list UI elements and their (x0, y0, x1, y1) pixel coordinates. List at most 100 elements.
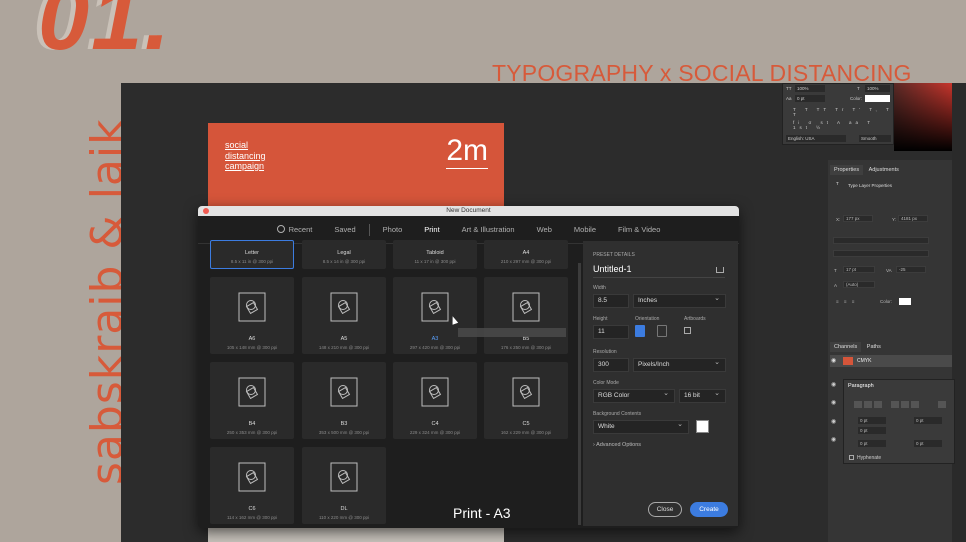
eye-icon[interactable]: ◉ (831, 436, 836, 443)
properties-tabs: Properties Adjustments (830, 165, 903, 175)
font-size-icon: TT (786, 86, 792, 91)
preset-tile[interactable]: A6 105 x 148 mm @ 300 ppi (210, 277, 294, 354)
char-color-swatch[interactable] (865, 95, 890, 102)
background-color-swatch[interactable] (696, 420, 709, 433)
width-input[interactable]: 8.5 (593, 294, 629, 308)
baseline-field[interactable]: 0 pt (795, 95, 825, 102)
slide-number: 01. (38, 0, 172, 69)
preset-name: C4 (431, 421, 439, 427)
width-unit-select[interactable]: Inches (633, 293, 726, 308)
eye-icon[interactable]: ◉ (831, 399, 836, 406)
hyphenate-checkbox[interactable] (849, 455, 854, 460)
preset-size: 148 x 210 mm @ 300 ppi (318, 345, 370, 350)
space-after-field[interactable]: 0 pt (914, 440, 942, 447)
font-family-select[interactable] (833, 237, 929, 244)
paragraph-title: Paragraph (848, 383, 874, 389)
horizontal-scale-field[interactable]: 100% (865, 85, 890, 92)
align-left-icon[interactable] (854, 401, 862, 408)
resolution-input[interactable]: 300 (593, 358, 629, 372)
preset-scrollbar[interactable] (578, 263, 581, 525)
preset-tile[interactable]: C6 114 x 162 mm @ 300 ppi (210, 447, 294, 524)
preset-tile[interactable]: Letter 8.5 x 11 in @ 300 ppi (210, 240, 294, 269)
indent-right-field[interactable]: 0 pt (914, 417, 942, 424)
eye-icon[interactable]: ◉ (831, 418, 836, 425)
eye-icon[interactable]: ◉ (831, 357, 836, 364)
preset-size: 176 x 250 mm @ 300 ppi (500, 345, 552, 350)
document-icon (303, 377, 385, 407)
bit-depth-select[interactable]: 16 bit (679, 388, 726, 403)
preset-tile[interactable]: B3 353 x 500 mm @ 300 ppi (302, 362, 386, 439)
justify-right-icon[interactable] (911, 401, 919, 408)
indent-left-field[interactable]: 0 pt (858, 417, 886, 424)
preset-tile[interactable]: A5 148 x 210 mm @ 300 ppi (302, 277, 386, 354)
tab-properties[interactable]: Properties (830, 165, 864, 175)
font-style-select[interactable] (833, 250, 929, 257)
document-icon (303, 292, 385, 322)
close-button[interactable]: Close (648, 502, 682, 517)
tab-paths[interactable]: Paths (863, 342, 885, 352)
channel-row[interactable]: ◉ CMYK (830, 355, 952, 367)
first-line-field[interactable]: 0 pt (858, 427, 886, 434)
type-style-icons[interactable]: T T TT Tr T' T, T T (793, 107, 893, 117)
preset-size: 114 x 162 mm @ 300 ppi (226, 515, 277, 520)
preset-tile[interactable]: B4 250 x 353 mm @ 300 ppi (210, 362, 294, 439)
artboards-checkbox[interactable] (684, 327, 691, 334)
justify-all-icon[interactable] (938, 401, 946, 408)
close-window-icon[interactable] (203, 208, 209, 214)
antialias-select[interactable]: Smooth (859, 135, 891, 142)
color-mode-select[interactable]: RGB Color (593, 388, 675, 403)
tab-film-video[interactable]: Film & Video (607, 216, 671, 244)
document-icon (211, 462, 293, 492)
preset-size: 353 x 500 mm @ 300 ppi (318, 430, 370, 435)
preset-name: C6 (248, 506, 256, 512)
tab-mobile[interactable]: Mobile (563, 216, 607, 244)
color-picker-field[interactable] (894, 83, 952, 151)
preset-tile[interactable]: Tabloid 11 x 17 in @ 300 ppi (393, 240, 477, 269)
tools-strip (952, 83, 966, 542)
space-before-field[interactable]: 0 pt (858, 440, 886, 447)
align-icons[interactable]: ≡ ≡ ≡ (836, 299, 856, 304)
x-field[interactable]: 177 px (843, 215, 873, 222)
advanced-options-toggle[interactable]: › Advanced Options (593, 442, 641, 448)
preset-size: 8.5 x 14 in @ 300 ppi (322, 259, 366, 264)
vertical-scale-field[interactable]: 100% (795, 85, 825, 92)
preset-tooltip (458, 328, 566, 337)
tab-divider (368, 223, 370, 236)
create-button[interactable]: Create (690, 502, 728, 517)
preset-tile[interactable]: Legal 8.5 x 14 in @ 300 ppi (302, 240, 386, 269)
align-center-icon[interactable] (864, 401, 872, 408)
color-mode-label: Color Mode (593, 380, 619, 386)
preset-tile[interactable]: C4 229 x 324 mm @ 300 ppi (393, 362, 477, 439)
height-input[interactable]: 11 (593, 325, 629, 339)
preset-name: A4 (522, 250, 530, 256)
campaign-line: social (225, 140, 249, 150)
portrait-icon[interactable] (635, 325, 645, 337)
preset-tile[interactable]: A4 210 x 297 mm @ 300 ppi (484, 240, 568, 269)
y-field[interactable]: 4181 px (898, 215, 928, 222)
leading-icon: A (834, 283, 838, 288)
leading-field[interactable]: (Auto) (843, 281, 875, 288)
language-select[interactable]: English: USA (786, 135, 846, 142)
eye-icon[interactable]: ◉ (831, 381, 836, 388)
document-name-field[interactable]: Untitled-1 (593, 264, 725, 278)
justify-center-icon[interactable] (901, 401, 909, 408)
resolution-label: Resolution (593, 349, 617, 355)
background-select[interactable]: White (593, 419, 689, 434)
prop-color-swatch[interactable] (899, 298, 911, 305)
preset-tile[interactable]: DL 110 x 220 mm @ 300 ppi (302, 447, 386, 524)
resolution-unit-select[interactable]: Pixels/Inch (633, 357, 726, 372)
save-preset-icon[interactable] (716, 267, 724, 273)
channels-tabs: Channels Paths (830, 342, 885, 352)
landscape-icon[interactable] (657, 325, 667, 337)
tracking-field[interactable]: -25 (896, 266, 926, 273)
font-size-field[interactable]: 17 pt (843, 266, 875, 273)
tab-adjustments[interactable]: Adjustments (865, 165, 903, 175)
preset-name: A6 (248, 336, 256, 342)
justify-left-icon[interactable] (891, 401, 899, 408)
opentype-icons[interactable]: fi σ st A aa T 1st ½ (793, 120, 893, 130)
preset-tile[interactable]: C5 162 x 229 mm @ 300 ppi (484, 362, 568, 439)
preset-tile[interactable]: A3 297 x 420 mm @ 300 ppi (393, 277, 477, 354)
preset-tile[interactable]: B5 176 x 250 mm @ 300 ppi (484, 277, 568, 354)
tab-channels[interactable]: Channels (830, 342, 862, 352)
align-right-icon[interactable] (874, 401, 882, 408)
